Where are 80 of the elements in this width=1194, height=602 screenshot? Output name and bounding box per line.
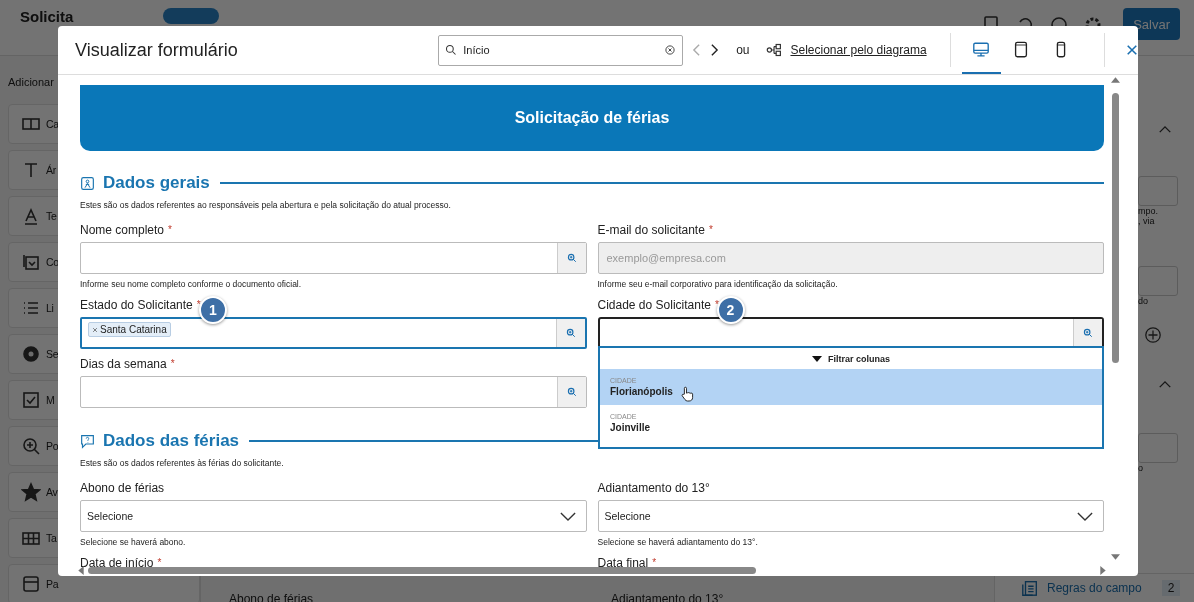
diagram-link[interactable]: Selecionar pelo diagrama xyxy=(790,43,927,57)
lookup-field[interactable] xyxy=(80,376,587,408)
clear-icon[interactable] xyxy=(664,43,677,56)
list-icon xyxy=(1021,579,1039,597)
filter-columns-toggle[interactable]: Filtrar colunas xyxy=(828,353,890,364)
chevron-down-icon xyxy=(1077,511,1093,521)
page-title: Solicita xyxy=(20,8,74,25)
field-label: Data final xyxy=(597,555,649,571)
select-field[interactable]: Selecione xyxy=(597,500,1104,532)
required-mark: * xyxy=(196,298,201,312)
field-label: Cidade do Solicitante xyxy=(597,297,711,313)
field-label: Nome completo xyxy=(80,222,165,238)
next-button[interactable] xyxy=(710,43,720,57)
required-mark: * xyxy=(170,357,175,371)
search-button[interactable] xyxy=(556,377,586,407)
help-text: o xyxy=(1138,463,1143,473)
pointer-cursor-icon xyxy=(680,386,694,402)
select-field[interactable]: Selecione xyxy=(80,500,587,532)
status-tag xyxy=(163,8,220,24)
lookup-field[interactable]: Santa Catarina xyxy=(80,317,587,349)
star-icon xyxy=(21,482,41,502)
remove-icon[interactable] xyxy=(92,326,98,333)
zoom-in-icon xyxy=(1083,328,1093,338)
zoom-icon xyxy=(21,436,41,456)
sidebar-heading: Adicionar xyxy=(8,76,55,88)
required-mark: * xyxy=(168,223,172,237)
scroll-right-arrow[interactable] xyxy=(1100,566,1106,575)
add-icon[interactable] xyxy=(1144,326,1162,344)
section-title: Dados gerais xyxy=(103,173,210,193)
or-label: ou xyxy=(736,43,750,57)
section-description: Estes são os dados referentes às férias do solicitante. xyxy=(80,457,285,469)
search-button[interactable] xyxy=(1073,319,1102,347)
close-button[interactable] xyxy=(1126,44,1138,56)
field-hint: Informe seu e-mail corporativo para identificação da solicitação. xyxy=(597,278,839,290)
zoom-in-icon xyxy=(565,328,576,338)
required-mark: * xyxy=(652,556,657,570)
field-hint: Informe seu nome completo conforme o documento oficial. xyxy=(80,278,303,290)
required-mark: * xyxy=(714,298,719,312)
field-label: Adiantamento do 13° xyxy=(597,480,710,496)
help-text: mpo. xyxy=(1138,206,1158,216)
scroll-down-arrow[interactable] xyxy=(1110,554,1120,560)
search-field[interactable]: Início xyxy=(438,34,684,66)
field-hint: Selecione se haverá adiantamento do 13°. xyxy=(597,536,759,548)
lookup-field[interactable] xyxy=(597,317,1104,349)
scrollbar-thumb[interactable] xyxy=(88,567,756,574)
help-text: do xyxy=(1138,296,1148,306)
chevron-up-icon[interactable] xyxy=(1158,380,1172,389)
field-label: Estado do Solicitante xyxy=(80,297,193,313)
section-title: Dados das férias xyxy=(103,431,240,451)
field-label: Abono de férias xyxy=(80,480,165,496)
monitor-icon xyxy=(972,40,991,58)
section-description: Estes são os dados referentes ao responsáveis pela abertura e pela solicitação do atual processo. xyxy=(80,199,452,211)
panel-icon xyxy=(21,574,41,594)
field-label: Dias da semana xyxy=(80,356,167,372)
checkbox-icon xyxy=(21,390,41,410)
zoom-in-icon xyxy=(566,387,577,397)
search-button[interactable] xyxy=(556,243,586,273)
chat-question-icon xyxy=(80,433,95,449)
search-icon xyxy=(445,43,458,56)
help-text: , via xyxy=(1138,216,1155,226)
chevron-down-icon xyxy=(559,511,576,521)
modal-title: Visualizar formulário xyxy=(75,39,239,61)
scrollbar-thumb[interactable] xyxy=(1111,93,1119,363)
tag-chip: Santa Catarina xyxy=(88,322,171,337)
field-label: E-mail do solicitante xyxy=(597,222,705,238)
chevron-up-icon[interactable] xyxy=(1158,125,1172,134)
form-banner: Solicitação de férias xyxy=(80,85,1104,151)
radio-icon xyxy=(21,344,41,364)
dropdown-icon xyxy=(21,252,41,272)
required-mark: * xyxy=(708,223,713,237)
scroll-up-arrow[interactable] xyxy=(1110,77,1120,83)
zoom-in-icon xyxy=(566,253,577,263)
scroll-left-arrow[interactable] xyxy=(78,566,84,575)
lookup-field[interactable] xyxy=(80,242,587,274)
badge-icon xyxy=(80,175,95,191)
field-hint: Selecione se haverá abono. xyxy=(80,536,187,548)
search-button[interactable] xyxy=(555,319,585,347)
triangle-down-icon[interactable] xyxy=(812,355,822,362)
count-badge: 2 xyxy=(1161,580,1181,596)
diagram-icon xyxy=(765,43,783,57)
